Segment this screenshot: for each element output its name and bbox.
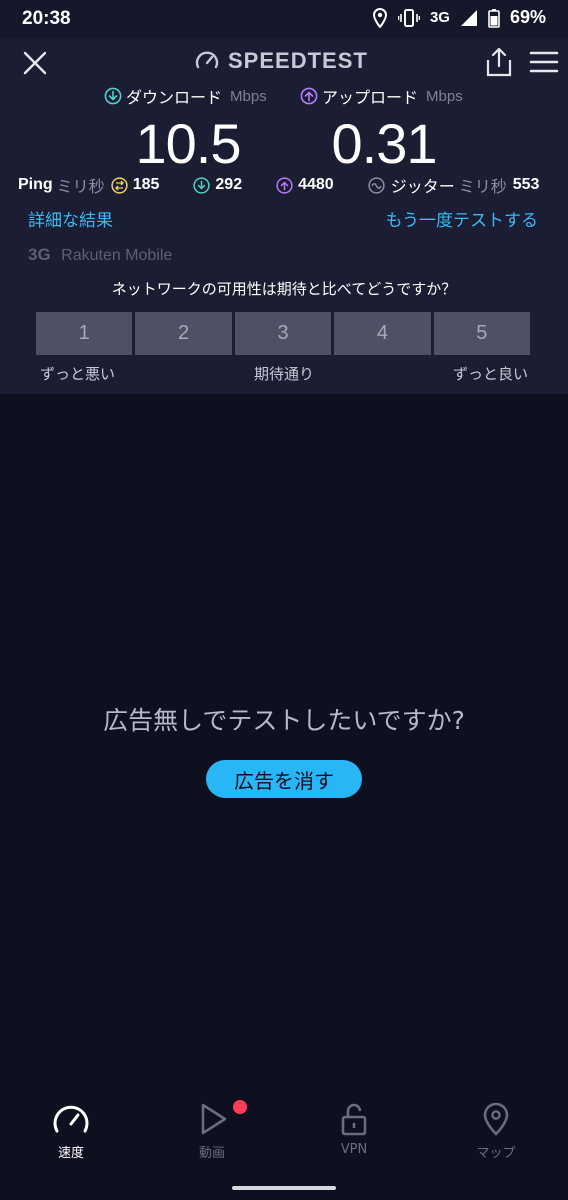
logo-text: SPEEDTEST bbox=[228, 48, 368, 73]
lock-icon bbox=[341, 1103, 367, 1136]
tab-vpn-label: VPN bbox=[340, 1142, 368, 1157]
rating-button-5[interactable]: 5 bbox=[433, 312, 531, 355]
download-value: 10.5 bbox=[135, 112, 242, 175]
bottom-tab-bar: 速度 動画 VPN マップ bbox=[0, 1090, 568, 1180]
isp-info: 3G Rakuten Mobile bbox=[28, 245, 172, 265]
ping-idle-value: 185 bbox=[132, 176, 160, 193]
isp-network-type: 3G bbox=[28, 245, 51, 264]
share-button[interactable] bbox=[484, 46, 514, 78]
rating-button-3[interactable]: 3 bbox=[234, 312, 332, 355]
speedtest-logo: SPEEDTEST bbox=[194, 48, 368, 74]
retest-link[interactable]: もう一度テストする bbox=[386, 206, 539, 231]
location-icon bbox=[372, 7, 387, 28]
rating-button-1[interactable]: 1 bbox=[36, 312, 133, 355]
upload-icon bbox=[300, 87, 318, 105]
tab-video-label: 動画 bbox=[198, 1146, 225, 1161]
tab-speed[interactable]: 速度 bbox=[11, 1102, 131, 1161]
download-unit: Mbps bbox=[230, 87, 267, 105]
tab-map-label: マップ bbox=[476, 1146, 516, 1161]
tab-video[interactable]: 動画 bbox=[152, 1102, 272, 1161]
upload-unit: Mbps bbox=[426, 87, 463, 105]
tab-vpn[interactable]: VPN bbox=[294, 1102, 414, 1157]
ping-upload-icon bbox=[276, 176, 293, 194]
remove-ads-button[interactable]: 広告を消す bbox=[206, 760, 362, 798]
network-type: 3G bbox=[429, 9, 450, 26]
ping-download-value: 292 bbox=[215, 176, 243, 193]
download-icon bbox=[104, 87, 122, 105]
ping-upload-value: 4480 bbox=[298, 176, 334, 193]
speedometer-icon bbox=[53, 1105, 89, 1133]
vibrate-icon bbox=[397, 8, 420, 27]
menu-button[interactable] bbox=[529, 50, 559, 74]
battery-percent: 69% bbox=[509, 7, 546, 27]
rating-button-4[interactable]: 4 bbox=[334, 312, 431, 355]
home-indicator[interactable] bbox=[232, 1186, 336, 1190]
status-time: 20:38 bbox=[22, 8, 71, 29]
rating-high-label: ずっと良い bbox=[452, 365, 528, 383]
result-panel: SPEEDTEST ダウンロード Mbps 10.5 アップロード Mbps 0… bbox=[0, 38, 568, 394]
map-pin-icon bbox=[483, 1102, 509, 1136]
ad-free-prompt: 広告無しでテストしたいですか? bbox=[103, 706, 465, 735]
rating-button-2[interactable]: 2 bbox=[135, 312, 232, 355]
signal-icon bbox=[460, 9, 477, 26]
download-metric: ダウンロード Mbps 10.5 bbox=[104, 84, 272, 172]
isp-provider: Rakuten Mobile bbox=[61, 247, 173, 264]
jitter-value: 553 bbox=[512, 176, 540, 193]
tab-map[interactable]: マップ bbox=[436, 1102, 556, 1161]
battery-icon bbox=[488, 8, 500, 28]
upload-label: アップロード bbox=[322, 88, 419, 107]
upload-value: 0.31 bbox=[331, 112, 438, 175]
upload-metric: アップロード Mbps 0.31 bbox=[300, 84, 468, 172]
ping-row: Ping ミリ秒 185 292 4480 ジッター ミリ秒 553 bbox=[18, 174, 553, 196]
survey-question: ネットワークの可用性は期待と比べてどうですか？ bbox=[111, 280, 457, 298]
status-icons: 3G 69% bbox=[372, 7, 546, 28]
download-label: ダウンロード bbox=[126, 88, 223, 107]
jitter-label: ジッター bbox=[390, 177, 455, 196]
status-bar: 20:38 3G 69% bbox=[0, 0, 568, 38]
ping-unit: ミリ秒 bbox=[56, 177, 105, 196]
rating-scale: 1 2 3 4 5 bbox=[36, 312, 531, 355]
jitter-unit: ミリ秒 bbox=[458, 177, 507, 196]
ping-label: Ping bbox=[18, 176, 53, 193]
play-icon bbox=[201, 1103, 227, 1135]
ping-idle-icon bbox=[111, 176, 128, 194]
gauge-icon bbox=[195, 51, 219, 69]
ping-download-icon bbox=[193, 176, 211, 194]
top-bar: SPEEDTEST bbox=[0, 38, 568, 86]
notification-dot bbox=[233, 1100, 247, 1114]
tab-speed-label: 速度 bbox=[57, 1146, 84, 1161]
jitter-icon bbox=[368, 176, 385, 194]
close-button[interactable] bbox=[20, 48, 50, 78]
detailed-results-link[interactable]: 詳細な結果 bbox=[28, 206, 113, 231]
